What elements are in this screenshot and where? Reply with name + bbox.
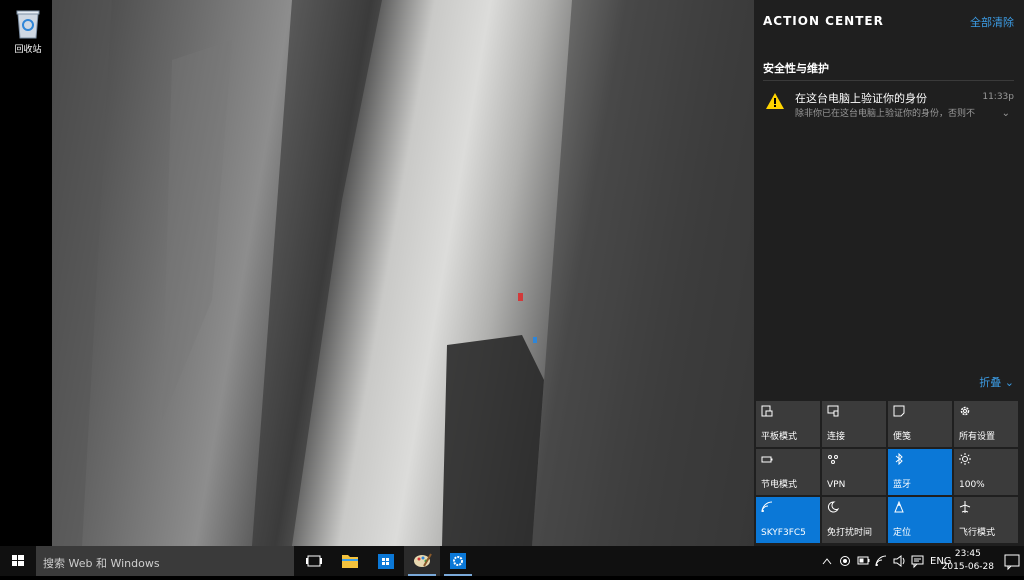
clear-all-link[interactable]: 全部清除 <box>970 14 1014 30</box>
moon-icon <box>827 501 839 513</box>
chevron-down-icon: ⌄ <box>1004 376 1014 389</box>
vpn-icon <box>828 455 838 464</box>
warning-icon <box>766 93 784 109</box>
tile-label: 飞行模式 <box>959 528 996 538</box>
windows-logo-icon <box>12 555 24 566</box>
system-tray <box>818 546 938 576</box>
task-view-icon <box>306 555 322 567</box>
search-box[interactable]: 搜索 Web 和 Windows <box>36 546 294 576</box>
message-icon[interactable] <box>911 555 924 569</box>
file-explorer-button[interactable] <box>332 546 368 576</box>
tile-label: 免打扰时间 <box>827 528 873 538</box>
tile-label: 100% <box>959 480 985 490</box>
battery-saver-icon <box>761 456 773 463</box>
paint-app-button[interactable] <box>404 546 440 576</box>
paint-palette-icon <box>414 553 432 567</box>
recycle-bin-icon <box>16 10 40 39</box>
gear-icon <box>450 553 466 569</box>
clock-time: 23:45 <box>954 549 981 559</box>
note-icon <box>893 405 905 417</box>
notification-title: 在这台电脑上验证你的身份 <box>795 92 927 105</box>
notification-body: 除非你已在这台电脑上验证你的身份，否则不 <box>795 109 975 119</box>
tile-label: 连接 <box>827 432 846 442</box>
tile-location[interactable]: 定位 <box>888 497 952 543</box>
tile-label: 所有设置 <box>959 432 996 442</box>
recycle-bin-label: 回收站 <box>14 45 42 55</box>
folder-icon <box>342 555 358 568</box>
notification-time: 11:33p <box>982 92 1014 102</box>
chevron-up-icon[interactable] <box>822 558 832 565</box>
tile-brightness[interactable]: 100% <box>954 449 1018 495</box>
divider <box>763 80 1014 81</box>
tile-vpn[interactable]: VPN <box>822 449 886 495</box>
collapse-label: 折叠 <box>979 376 1002 389</box>
task-view-button[interactable] <box>296 546 332 576</box>
airplane-icon <box>959 501 971 513</box>
store-icon <box>378 554 394 569</box>
gear-icon <box>960 406 970 416</box>
action-center-panel: ACTION CENTER 全部清除 安全性与维护 在这台电脑上验证你的身份 除… <box>754 0 1024 546</box>
notification-item[interactable]: 在这台电脑上验证你的身份 除非你已在这台电脑上验证你的身份，否则不 11:33p… <box>763 88 1014 124</box>
tile-wifi[interactable]: SKYF3FC5 <box>756 497 820 543</box>
battery-icon[interactable] <box>857 556 870 565</box>
brightness-icon <box>959 453 971 465</box>
quick-actions-grid: 平板模式 连接 便笺 所有设置 节电模式 VPN 蓝牙 100% SKYF3FC… <box>756 401 1022 543</box>
action-center-button[interactable] <box>1000 546 1024 576</box>
action-center-title: ACTION CENTER <box>763 14 884 28</box>
settings-app-button[interactable] <box>440 546 476 576</box>
location-icon <box>894 501 904 513</box>
desktop-wallpaper <box>52 0 754 546</box>
chevron-down-icon[interactable]: ⌄ <box>1002 108 1010 119</box>
desktop-left-strip <box>0 0 52 546</box>
notification-group-title: 安全性与维护 <box>763 62 829 75</box>
tablet-mode-icon <box>761 405 773 417</box>
tile-quiet-hours[interactable]: 免打扰时间 <box>822 497 886 543</box>
store-button[interactable] <box>368 546 404 576</box>
volume-icon[interactable] <box>893 555 905 567</box>
wifi-icon[interactable] <box>875 555 887 567</box>
record-icon[interactable] <box>840 556 850 566</box>
tile-bluetooth[interactable]: 蓝牙 <box>888 449 952 495</box>
clock[interactable]: 23:45 2015-06-28 <box>942 548 994 574</box>
tile-note[interactable]: 便笺 <box>888 401 952 447</box>
taskbar: 搜索 Web 和 Windows ENG 23:45 2015-06-28 <box>0 546 1024 576</box>
tile-label: 蓝牙 <box>893 480 912 490</box>
recycle-bin[interactable]: 回收站 <box>8 6 48 55</box>
collapse-link[interactable]: 折叠 ⌄ <box>979 374 1014 390</box>
tile-tablet-mode[interactable]: 平板模式 <box>756 401 820 447</box>
clock-date: 2015-06-28 <box>941 562 994 572</box>
tile-label: VPN <box>827 480 846 490</box>
start-button[interactable] <box>0 546 36 576</box>
connect-icon <box>827 405 839 417</box>
bluetooth-icon <box>895 453 903 465</box>
tile-label: 平板模式 <box>761 432 798 442</box>
tile-label: 节电模式 <box>761 480 798 490</box>
tile-battery-saver[interactable]: 节电模式 <box>756 449 820 495</box>
tile-connect[interactable]: 连接 <box>822 401 886 447</box>
notification-icon <box>1004 554 1020 571</box>
tile-label: SKYF3FC5 <box>761 528 806 538</box>
tile-label: 便笺 <box>893 432 912 442</box>
wifi-icon <box>761 501 773 513</box>
tile-label: 定位 <box>893 528 912 538</box>
search-placeholder: 搜索 Web 和 Windows <box>43 557 160 570</box>
tile-all-settings[interactable]: 所有设置 <box>954 401 1018 447</box>
tile-airplane-mode[interactable]: 飞行模式 <box>954 497 1018 543</box>
